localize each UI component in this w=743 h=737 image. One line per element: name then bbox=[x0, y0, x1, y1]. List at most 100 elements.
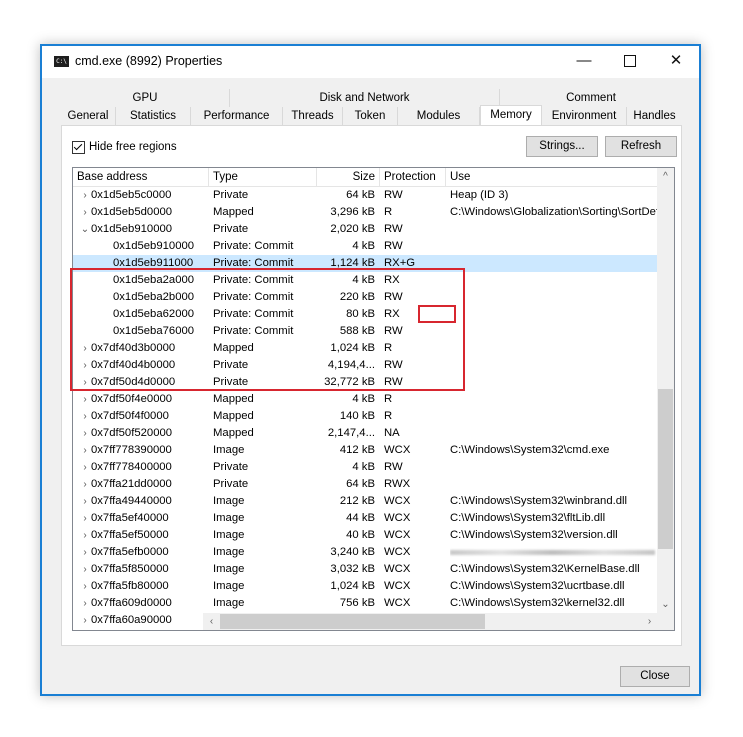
table-row[interactable]: › 0x7ffa49440000 Image 212 kB WCX C:\Windows\… bbox=[73, 493, 657, 510]
table-row[interactable]: › 0x7ff778390000 Image 412 kB WCX C:\Windows\… bbox=[73, 442, 657, 459]
scroll-right-icon[interactable]: › bbox=[641, 613, 658, 630]
table-row[interactable]: ⌄ 0x1d5eb910000 Private 2,020 kB RW bbox=[73, 221, 657, 238]
hide-free-regions-checkbox[interactable]: Hide free regions bbox=[72, 140, 177, 154]
table-row[interactable]: › 0x7df40d4b0000 Private 4,194,4... RW bbox=[73, 357, 657, 374]
expand-chevron-icon[interactable]: › bbox=[79, 391, 91, 408]
expand-chevron-icon[interactable]: › bbox=[79, 612, 91, 629]
refresh-button[interactable]: Refresh bbox=[605, 136, 677, 157]
expand-chevron-icon[interactable]: › bbox=[79, 510, 91, 527]
table-row[interactable]: 0x1d5eba2a000 Private: Commit 4 kB RX bbox=[73, 272, 657, 289]
cell-protection: RX bbox=[384, 274, 400, 286]
expand-chevron-icon[interactable]: › bbox=[79, 374, 91, 391]
expand-chevron-icon[interactable]: › bbox=[79, 544, 91, 561]
tab-disk-and-network[interactable]: Disk and Network bbox=[230, 89, 500, 107]
cell-base-address: › 0x7df40d3b0000 bbox=[79, 340, 209, 357]
table-row[interactable]: 0x1d5eb911000 Private: Commit 1,124 kB RX+G bbox=[73, 255, 657, 272]
title-bar[interactable]: C:\ cmd.exe (8992) Properties — ✕ bbox=[42, 46, 699, 78]
expand-chevron-icon[interactable]: › bbox=[79, 459, 91, 476]
scroll-left-icon[interactable]: ‹ bbox=[203, 613, 220, 630]
cell-use bbox=[450, 374, 657, 391]
table-row[interactable]: › 0x1d5eb5c0000 Private 64 kB RW Heap (ID 3) bbox=[73, 187, 657, 204]
base-address-text: 0x1d5eb5d0000 bbox=[91, 206, 173, 218]
table-row[interactable]: › 0x7df50f4f0000 Mapped 140 kB R bbox=[73, 408, 657, 425]
scroll-down-icon[interactable]: ⌄ bbox=[657, 596, 674, 613]
table-row[interactable]: › 0x7ff778400000 Private 4 kB RW bbox=[73, 459, 657, 476]
scroll-up-icon[interactable]: ^ bbox=[657, 168, 674, 185]
table-row[interactable]: › 0x7df50f520000 Mapped 2,147,4... NA bbox=[73, 425, 657, 442]
table-row[interactable]: 0x1d5eb910000 Private: Commit 4 kB RW bbox=[73, 238, 657, 255]
expand-chevron-icon[interactable]: › bbox=[79, 493, 91, 510]
tab-handles[interactable]: Handles bbox=[627, 107, 682, 125]
tab-token[interactable]: Token bbox=[343, 107, 398, 125]
expand-chevron-icon[interactable]: › bbox=[79, 408, 91, 425]
column-header-base-address[interactable]: Base address bbox=[73, 168, 209, 186]
tab-general[interactable]: General bbox=[61, 107, 116, 125]
cell-protection: WCX bbox=[384, 597, 411, 609]
expand-chevron-icon[interactable]: › bbox=[79, 595, 91, 612]
expand-chevron-icon[interactable]: › bbox=[79, 476, 91, 493]
table-row[interactable]: › 0x7ffa5fb80000 Image 1,024 kB WCX C:\Window… bbox=[73, 578, 657, 595]
tab-statistics[interactable]: Statistics bbox=[116, 107, 191, 125]
cell-base-address: › 0x7df50d4d0000 bbox=[79, 374, 209, 391]
tab-memory[interactable]: Memory bbox=[480, 105, 542, 126]
table-row[interactable]: 0x1d5eba62000 Private: Commit 80 kB RX bbox=[73, 306, 657, 323]
cell-protection: WCX bbox=[384, 444, 411, 456]
expand-chevron-icon[interactable]: › bbox=[79, 357, 91, 374]
cell-size: 1,024 kB bbox=[330, 580, 375, 592]
table-row[interactable]: 0x1d5eba76000 Private: Commit 588 kB RW bbox=[73, 323, 657, 340]
cell-size: 412 kB bbox=[339, 444, 375, 456]
cmd-icon: C:\ bbox=[54, 56, 69, 67]
collapse-chevron-icon[interactable]: ⌄ bbox=[79, 221, 91, 238]
tab-threads[interactable]: Threads bbox=[283, 107, 343, 125]
expand-chevron-icon[interactable]: › bbox=[79, 527, 91, 544]
memory-regions-list[interactable]: Base address Type Size Protection Use › 0… bbox=[72, 167, 675, 631]
table-row[interactable]: › 0x1d5eb5d0000 Mapped 3,296 kB R C:\Windows\… bbox=[73, 204, 657, 221]
column-header-protection[interactable]: Protection bbox=[380, 168, 446, 186]
vertical-scrollbar[interactable]: ^ ⌄ bbox=[657, 168, 674, 613]
cell-size: 2,147,4... bbox=[327, 427, 375, 439]
tab-environment[interactable]: Environment bbox=[542, 107, 627, 125]
table-row[interactable]: 0x1d5eba2b000 Private: Commit 220 kB RW bbox=[73, 289, 657, 306]
cell-protection: R bbox=[384, 410, 393, 422]
expand-chevron-icon[interactable]: › bbox=[79, 340, 91, 357]
strings-button[interactable]: Strings... bbox=[526, 136, 598, 157]
checkbox-checked-icon[interactable] bbox=[72, 140, 85, 154]
column-header-use[interactable]: Use bbox=[446, 168, 657, 186]
expand-chevron-icon[interactable]: › bbox=[79, 425, 91, 442]
expand-chevron-icon[interactable]: › bbox=[79, 578, 91, 595]
cell-size: 64 kB bbox=[346, 189, 375, 201]
cell-base-address: › 0x1d5eb5c0000 bbox=[79, 187, 209, 204]
tab-modules[interactable]: Modules bbox=[398, 107, 480, 125]
close-window-button[interactable]: ✕ bbox=[653, 46, 699, 78]
cell-base-address: › 0x1d5eb5d0000 bbox=[79, 204, 209, 221]
vertical-scroll-thumb[interactable] bbox=[658, 389, 673, 549]
expand-chevron-icon[interactable]: › bbox=[79, 204, 91, 221]
cell-protection: RW bbox=[384, 359, 403, 371]
horizontal-scrollbar[interactable]: ‹ › bbox=[203, 613, 658, 630]
cell-base-address: › 0x7ffa60a90000 bbox=[79, 612, 209, 629]
close-button[interactable]: Close bbox=[620, 666, 690, 687]
table-row[interactable]: › 0x7ffa21dd0000 Private 64 kB RWX bbox=[73, 476, 657, 493]
horizontal-scroll-thumb[interactable] bbox=[220, 614, 485, 629]
cell-protection: RX bbox=[384, 308, 400, 320]
table-row[interactable]: › 0x7df40d3b0000 Mapped 1,024 kB R bbox=[73, 340, 657, 357]
base-address-text: 0x7df50f4e0000 bbox=[91, 393, 173, 405]
table-row[interactable]: › 0x7ffa609d0000 Image 756 kB WCX C:\Windows\… bbox=[73, 595, 657, 612]
tab-performance[interactable]: Performance bbox=[191, 107, 283, 125]
column-header-type[interactable]: Type bbox=[209, 168, 317, 186]
cell-base-address: › 0x7df40d4b0000 bbox=[79, 357, 209, 374]
expand-chevron-icon[interactable]: › bbox=[79, 187, 91, 204]
table-row[interactable]: › 0x7df50d4d0000 Private 32,772 kB RW bbox=[73, 374, 657, 391]
table-row[interactable]: › 0x7df50f4e0000 Mapped 4 kB R bbox=[73, 391, 657, 408]
expand-chevron-icon[interactable]: › bbox=[79, 442, 91, 459]
maximize-button[interactable] bbox=[607, 46, 653, 78]
expand-chevron-icon[interactable]: › bbox=[79, 561, 91, 578]
tab-gpu[interactable]: GPU bbox=[61, 89, 230, 107]
table-row[interactable]: › 0x7ffa5ef40000 Image 44 kB WCX C:\Windows\S… bbox=[73, 510, 657, 527]
base-address-text: 0x7df40d4b0000 bbox=[91, 359, 176, 371]
table-row[interactable]: › 0x7ffa5f850000 Image 3,032 kB WCX C:\Window… bbox=[73, 561, 657, 578]
column-header-size[interactable]: Size bbox=[317, 168, 380, 186]
table-row[interactable]: › 0x7ffa5efb0000 Image 3,240 kB WCX bbox=[73, 544, 657, 561]
table-row[interactable]: › 0x7ffa5ef50000 Image 40 kB WCX C:\Windows\S… bbox=[73, 527, 657, 544]
minimize-button[interactable]: — bbox=[561, 46, 607, 78]
